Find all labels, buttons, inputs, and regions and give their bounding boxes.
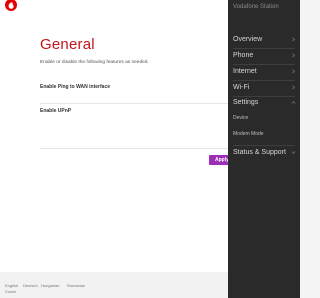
setting-label: Enable UPnP — [40, 108, 72, 114]
main-content — [0, 20, 228, 272]
chevron-right-icon — [292, 53, 296, 58]
menu-subitem-modem-mode[interactable]: Modem Mode — [233, 131, 264, 137]
footer: English Deutsch Hungarian Romanian Czech — [0, 272, 228, 298]
menu-item-overview[interactable]: Overview — [233, 36, 262, 43]
side-menu-title: Vodafone Station — [233, 4, 279, 10]
menu-separator — [233, 64, 295, 65]
menu-separator — [233, 48, 295, 49]
menu-item-phone[interactable]: Phone — [233, 52, 253, 59]
language-link-hungarian[interactable]: Hungarian — [41, 283, 59, 288]
menu-item-settings[interactable]: Settings — [233, 99, 258, 106]
chevron-right-icon — [292, 37, 296, 42]
setting-row-upnp[interactable]: Enable UPnP — [40, 104, 228, 128]
language-link-english[interactable]: English — [5, 283, 18, 288]
top-bar — [0, 0, 228, 20]
chevron-down-icon — [291, 151, 296, 155]
menu-separator — [233, 80, 295, 81]
chevron-up-icon — [291, 100, 296, 104]
page-title: General — [40, 36, 95, 53]
menu-item-status-support[interactable]: Status & Support — [233, 149, 286, 156]
language-link-czech[interactable]: Czech — [5, 289, 16, 294]
chevron-right-icon — [292, 69, 296, 74]
page: General Enable or disable the following … — [0, 0, 300, 298]
menu-item-internet[interactable]: Internet — [233, 68, 257, 75]
divider — [40, 148, 228, 149]
menu-separator — [233, 145, 295, 146]
language-link-romanian[interactable]: Romanian — [67, 283, 85, 288]
menu-subitem-device[interactable]: Device — [233, 115, 248, 121]
page-subtitle: Enable or disable the following features… — [40, 60, 149, 65]
setting-row-ping-wan[interactable]: Enable Ping to WAN interface — [40, 80, 228, 104]
menu-item-wifi[interactable]: Wi-Fi — [233, 84, 249, 91]
apply-button[interactable]: Apply — [209, 155, 229, 165]
chevron-right-icon — [292, 85, 296, 90]
vodafone-logo-icon[interactable] — [4, 0, 18, 14]
menu-separator — [233, 96, 295, 97]
setting-label: Enable Ping to WAN interface — [40, 84, 111, 90]
language-link-deutsch[interactable]: Deutsch — [23, 283, 38, 288]
side-menu: Vodafone Station Overview Phone Internet… — [228, 0, 300, 298]
